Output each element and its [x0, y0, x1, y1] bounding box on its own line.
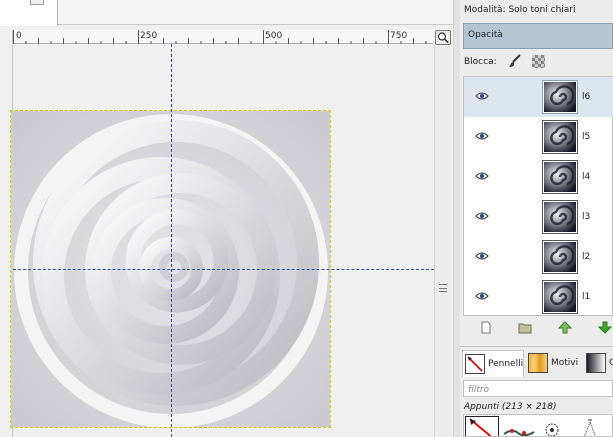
visibility-eye-icon[interactable] — [475, 291, 489, 301]
vertical-scrollbar[interactable] — [434, 46, 452, 437]
horizontal-ruler[interactable]: 0 250 500 750 — [13, 30, 433, 44]
tab-brushes-label: Pennelli — [488, 359, 524, 369]
right-dock: Modalità: Solo toni chiari Opacità Blocc… — [460, 0, 613, 437]
ruler-tick-250: 250 — [140, 31, 158, 41]
dock-separator[interactable] — [453, 0, 460, 437]
mode-value[interactable]: Solo toni chiari — [508, 5, 575, 15]
ruler-tick-0: 0 — [16, 31, 22, 41]
tab-patterns-label: Motivi — [551, 358, 579, 368]
layers-toolbar — [463, 318, 613, 338]
brush-clipboard-icon[interactable] — [465, 416, 499, 436]
mode-label: Modalità: — [464, 5, 506, 15]
layer-mode-row[interactable]: Modalità: Solo toni chiari — [460, 0, 613, 22]
opacity-slider[interactable]: Opacità — [463, 23, 613, 49]
layer-thumbnail[interactable] — [542, 160, 578, 194]
layer-name[interactable]: l1 — [582, 292, 590, 302]
vertical-guide[interactable] — [171, 44, 172, 437]
tab-gradients-label: G — [609, 358, 613, 368]
opacity-label: Opacità — [468, 30, 503, 40]
layer-row[interactable]: l2 — [464, 237, 613, 277]
brush-flower-icon[interactable] — [538, 416, 572, 436]
layer-row[interactable]: l3 — [464, 197, 613, 237]
layer-row[interactable]: l6 — [464, 77, 613, 117]
layer-name[interactable]: l2 — [582, 252, 590, 262]
lock-alpha-checker-icon[interactable] — [532, 55, 545, 68]
tab-gradients[interactable]: G — [584, 350, 613, 377]
pattern-tab-icon — [528, 353, 548, 373]
gradient-tab-icon — [586, 353, 606, 373]
zoom-toggle-icon[interactable] — [435, 30, 451, 45]
lock-label: Blocca: — [464, 57, 497, 67]
horizontal-guide[interactable] — [13, 269, 434, 270]
ruler-corner[interactable] — [0, 30, 13, 44]
lock-pixels-brush-icon[interactable] — [508, 54, 522, 68]
ruler-tick-750: 750 — [390, 31, 408, 41]
ruler-tick-500: 500 — [265, 31, 283, 41]
layer-name[interactable]: l6 — [582, 92, 590, 102]
visibility-eye-icon[interactable] — [475, 211, 489, 221]
tab-brushes[interactable]: Pennelli — [462, 350, 524, 377]
lower-layer-icon[interactable] — [598, 321, 612, 334]
image-tab[interactable] — [0, 0, 58, 26]
image-window: 0 250 500 750 — [0, 0, 460, 437]
visibility-eye-icon[interactable] — [475, 91, 489, 101]
visibility-eye-icon[interactable] — [475, 131, 489, 141]
brush-filter-input[interactable] — [463, 380, 613, 397]
layer-thumbnail[interactable] — [542, 200, 578, 234]
selected-brush-info: Appunti (213 × 218) — [464, 402, 557, 412]
brush-sparkle-icon[interactable] — [574, 416, 608, 436]
brush-tab-icon — [465, 354, 485, 374]
brushes-tabbar: Pennelli Motivi G — [460, 346, 613, 378]
layer-row[interactable]: l1 — [464, 277, 613, 317]
layer-thumbnail[interactable] — [542, 280, 578, 314]
layer-row[interactable]: l5 — [464, 117, 613, 157]
brush-holly-icon[interactable] — [502, 416, 536, 436]
raise-layer-icon[interactable] — [558, 321, 572, 334]
layer-name[interactable]: l4 — [582, 172, 590, 182]
layer-name[interactable]: l3 — [582, 212, 590, 222]
layer-thumbnail[interactable] — [542, 240, 578, 274]
ruler-ticks — [13, 30, 427, 44]
visibility-eye-icon[interactable] — [475, 171, 489, 181]
layer-group-folder-icon[interactable] — [518, 321, 532, 334]
image-tab-strip — [0, 0, 460, 26]
visibility-eye-icon[interactable] — [475, 251, 489, 261]
layer-row[interactable]: l4 — [464, 157, 613, 197]
new-layer-icon[interactable] — [479, 321, 493, 334]
layer-thumbnail[interactable] — [542, 80, 578, 114]
tab-patterns[interactable]: Motivi — [526, 350, 582, 377]
scrollbar-grip-icon[interactable] — [439, 284, 447, 292]
layer-thumbnail[interactable] — [542, 120, 578, 154]
image-tab-thumbnail — [30, 0, 44, 5]
layers-list[interactable]: l6 l5 l4 l3 l2 l1 — [463, 76, 613, 316]
brush-grid[interactable] — [463, 414, 613, 437]
layer-name[interactable]: l5 — [582, 132, 590, 142]
